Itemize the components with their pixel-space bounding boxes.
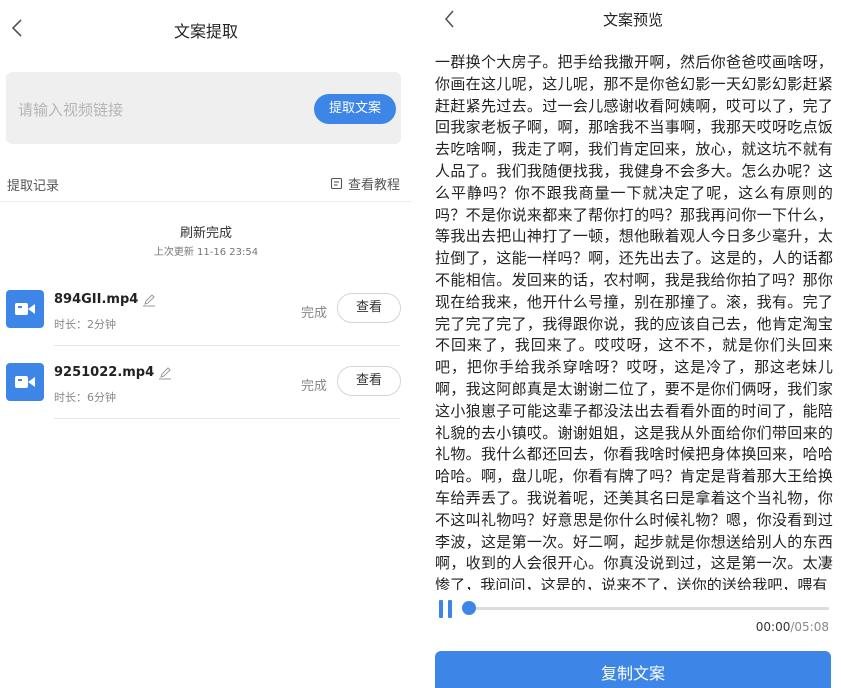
- history-header: 提取记录 查看教程: [0, 166, 412, 202]
- preview-panel: 文案预览 一群换个大房子。把手给我撒开啊，然后你爸爸哎画啥呀，你画在这儿呢，这儿…: [425, 0, 841, 688]
- divider: [54, 345, 400, 346]
- video-camera-icon: [6, 290, 44, 328]
- file-name-text: 9251022.mp4: [54, 365, 155, 380]
- link-input-card: 请输入视频链接 提取文案: [6, 72, 401, 144]
- page-title: 文案预览: [602, 11, 663, 29]
- status-badge: 完成: [301, 306, 328, 321]
- progress-handle[interactable]: [462, 601, 476, 615]
- tutorial-label: 查看教程: [347, 178, 400, 193]
- current-time: 00:00: [755, 620, 791, 634]
- video-link-input[interactable]: 请输入视频链接: [18, 99, 123, 120]
- video-camera-icon: [6, 363, 44, 401]
- pause-icon[interactable]: [437, 600, 455, 618]
- progress-track[interactable]: [467, 607, 829, 610]
- nav-bar: 文案预览: [425, 0, 841, 40]
- file-duration: 时长：6分钟: [54, 391, 116, 404]
- status-badge: 完成: [301, 379, 328, 394]
- total-time: 05:08: [794, 620, 829, 634]
- time-display: 00:00/05:08: [756, 620, 829, 634]
- extract-button[interactable]: 提取文案: [314, 94, 396, 124]
- copy-text-button[interactable]: 复制文案: [435, 651, 831, 688]
- audio-player: [437, 598, 829, 622]
- extract-panel: 文案提取 请输入视频链接 提取文案 提取记录 查看教程 刷新完成 上次更新 11…: [0, 0, 412, 688]
- file-duration: 时长：2分钟: [54, 318, 116, 331]
- view-button[interactable]: 查看: [337, 293, 401, 323]
- history-label: 提取记录: [7, 179, 60, 194]
- file-name-text: 894GII.mp4: [54, 292, 139, 307]
- transcript-text: 一群换个大房子。把手给我撒开啊，然后你爸爸哎画啥呀，你画在这儿呢，这儿呢，那不是…: [435, 53, 833, 590]
- divider: [54, 418, 400, 419]
- document-icon: [330, 177, 343, 190]
- tutorial-link[interactable]: 查看教程: [330, 174, 400, 193]
- transcript-preview[interactable]: 一群换个大房子。把手给我撒开啊，然后你爸爸哎画啥呀，你画在这儿呢，这儿呢，那不是…: [435, 52, 833, 590]
- file-name: 894GII.mp4: [54, 292, 156, 307]
- pencil-edit-icon[interactable]: [142, 293, 156, 307]
- last-updated: 上次更新 11-16 23:54: [153, 247, 259, 258]
- refresh-status: 刷新完成 上次更新 11-16 23:54: [0, 222, 412, 258]
- nav-bar: 文案提取: [0, 0, 412, 56]
- view-button[interactable]: 查看: [337, 366, 401, 396]
- list-item[interactable]: 894GII.mp4 时长：2分钟 完成 查看: [0, 274, 412, 346]
- page-title: 文案提取: [173, 22, 238, 41]
- refresh-title: 刷新完成: [179, 226, 232, 241]
- pencil-edit-icon[interactable]: [158, 366, 172, 380]
- file-name: 9251022.mp4: [54, 365, 172, 380]
- list-item[interactable]: 9251022.mp4 时长：6分钟 完成 查看: [0, 347, 412, 419]
